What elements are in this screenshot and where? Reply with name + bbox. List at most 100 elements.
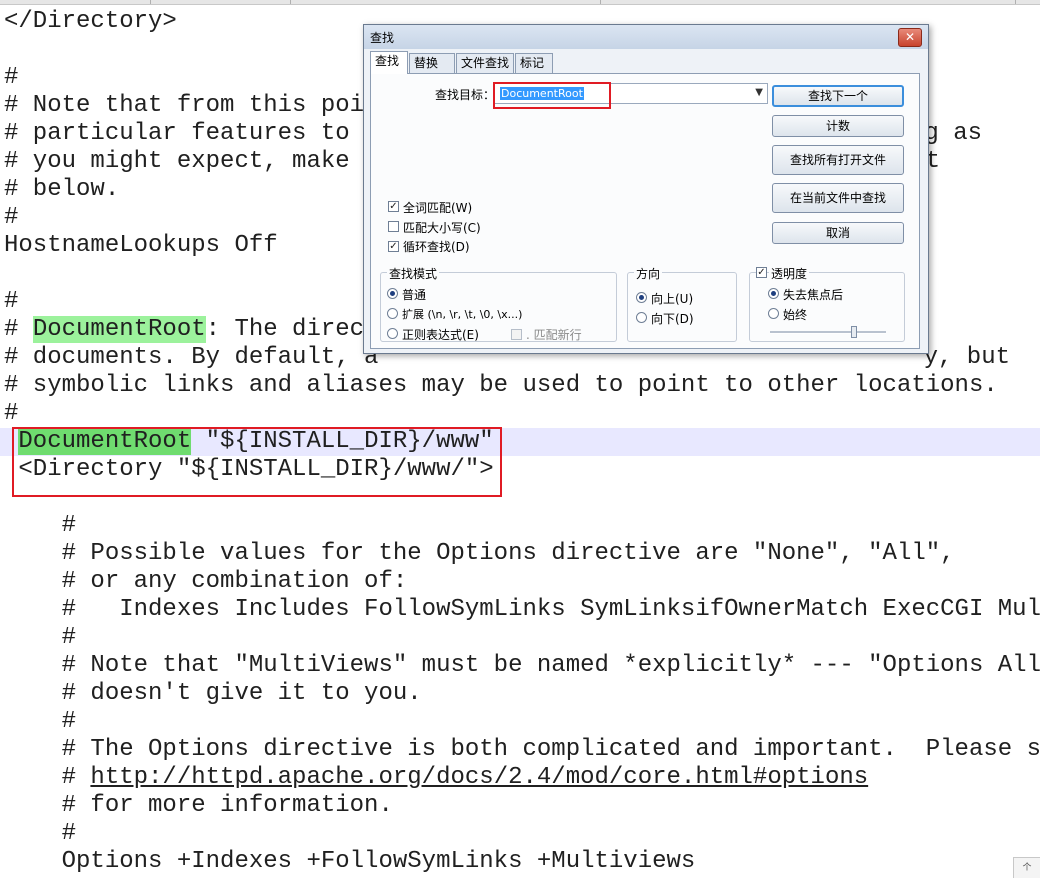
direction-down-label[interactable]: 向下(D)	[651, 310, 694, 327]
code-line[interactable]: # doesn't give it to you.	[4, 680, 422, 708]
code-line[interactable]: # or any combination of:	[4, 568, 408, 596]
direction-down-radio[interactable]	[636, 312, 647, 323]
code-text: #	[4, 820, 77, 847]
code-text: # doesn't give it to you.	[4, 680, 422, 707]
find-in-current-file-button[interactable]: 在当前文件中查找	[772, 183, 904, 213]
dialog-titlebar[interactable]: 查找 ✕	[364, 25, 928, 49]
code-text: #	[4, 64, 19, 91]
search-match: DocumentRoot	[32, 316, 206, 343]
whole-word-label[interactable]: 全词匹配(W)	[403, 199, 472, 216]
scroll-corner: 个	[1013, 857, 1040, 878]
code-text: Options +Indexes +FollowSymLinks +Multiv…	[4, 848, 696, 875]
code-line[interactable]: #	[4, 288, 18, 316]
regex-mode-radio[interactable]	[387, 328, 398, 339]
code-text: # or any combination of:	[4, 568, 408, 595]
find-panel: 查找目标： DocumentRoot ▼ 查找下一个 计数 查找所有打开文件 在…	[370, 73, 920, 349]
tab-separator	[150, 0, 151, 4]
direction-group: 方向 向上(U) 向下(D)	[627, 265, 737, 342]
dot-matches-newline-checkbox[interactable]	[511, 329, 522, 340]
code-line[interactable]: #	[4, 204, 18, 232]
tab-mark[interactable]: 标记	[515, 53, 553, 73]
code-text: # you might expect, make s	[4, 148, 379, 175]
tab-separator	[290, 0, 291, 4]
extended-mode-label[interactable]: 扩展 (\n, \r, \t, \0, \x...)	[402, 306, 522, 322]
code-text-tail: y, but	[923, 344, 1010, 371]
transparency-checkbox[interactable]: ✓	[756, 267, 767, 278]
code-text: </Directory>	[4, 8, 177, 35]
code-text: #	[4, 512, 77, 539]
on-lose-focus-label[interactable]: 失去焦点后	[783, 286, 843, 303]
direction-title: 方向	[634, 265, 663, 282]
code-line[interactable]: # for more information.	[4, 792, 393, 820]
code-line[interactable]: # Possible values for the Options direct…	[4, 540, 955, 568]
code-text: : The direct	[205, 316, 379, 343]
code-line[interactable]: </Directory>	[4, 8, 177, 36]
code-line[interactable]: Options +Indexes +FollowSymLinks +Multiv…	[4, 848, 696, 876]
cancel-button[interactable]: 取消	[772, 222, 904, 244]
code-line[interactable]: # http://httpd.apache.org/docs/2.4/mod/c…	[4, 764, 869, 792]
regex-mode-label[interactable]: 正则表达式(E)	[402, 326, 479, 343]
code-text: # for more information.	[4, 792, 393, 819]
code-text: # Note that "MultiViews" must be named *…	[4, 652, 1040, 679]
code-text: #	[4, 624, 77, 651]
direction-up-label[interactable]: 向上(U)	[651, 290, 693, 307]
url-link[interactable]: http://httpd.apache.org/docs/2.4/mod/cor…	[90, 764, 868, 791]
transparency-slider-thumb[interactable]	[851, 326, 857, 338]
code-line[interactable]: # The Options directive is both complica…	[4, 736, 1040, 764]
normal-mode-label[interactable]: 普通	[402, 286, 426, 303]
tab-find-in-files[interactable]: 文件查找	[456, 53, 514, 73]
wrap-around-label[interactable]: 循环查找(D)	[403, 238, 470, 255]
code-text: #	[4, 764, 91, 791]
radio-dot	[639, 295, 644, 300]
whole-word-checkbox[interactable]: ✓	[388, 201, 399, 212]
code-line[interactable]: #	[4, 400, 18, 428]
annotation-box-dialog	[493, 82, 611, 109]
direction-up-radio[interactable]	[636, 292, 647, 303]
search-mode-group: 查找模式 普通 扩展 (\n, \r, \t, \0, \x...) 正则表达式…	[380, 265, 617, 343]
code-text: # particular features to b	[4, 120, 379, 147]
code-text: # symbolic links and aliases may be used…	[4, 372, 998, 399]
tab-separator	[600, 0, 601, 4]
radio-dot	[771, 291, 776, 296]
tab-strip	[0, 0, 1040, 5]
code-text: #	[4, 204, 19, 231]
extended-mode-radio[interactable]	[387, 308, 398, 319]
code-line[interactable]: #	[4, 820, 76, 848]
code-text: # The Options directive is both complica…	[4, 736, 1040, 763]
code-line[interactable]: # symbolic links and aliases may be used…	[4, 372, 998, 400]
code-line[interactable]: #	[4, 512, 76, 540]
transparency-slider[interactable]	[770, 326, 886, 338]
normal-mode-radio[interactable]	[387, 288, 398, 299]
always-radio[interactable]	[768, 308, 779, 319]
tab-find[interactable]: 查找	[370, 51, 408, 74]
match-case-checkbox[interactable]	[388, 221, 399, 232]
code-line[interactable]: #	[4, 708, 76, 736]
chevron-down-icon[interactable]: ▼	[755, 87, 763, 98]
close-button[interactable]: ✕	[898, 28, 922, 47]
on-lose-focus-radio[interactable]	[768, 288, 779, 299]
code-text: #	[4, 316, 33, 343]
code-line[interactable]: #	[4, 64, 18, 92]
code-text: HostnameLookups Off	[4, 232, 278, 259]
wrap-around-checkbox[interactable]: ✓	[388, 241, 399, 252]
code-line[interactable]: # DocumentRoot: The direct	[4, 316, 378, 344]
code-line[interactable]: #	[4, 624, 76, 652]
find-all-open-files-button[interactable]: 查找所有打开文件	[772, 145, 904, 175]
code-line[interactable]: # below.	[4, 176, 119, 204]
transparency-title: 透明度	[769, 265, 810, 282]
code-line[interactable]: # Note that "MultiViews" must be named *…	[4, 652, 1040, 680]
code-line[interactable]: # Indexes Includes FollowSymLinks SymLin…	[4, 596, 1040, 624]
code-text: # Indexes Includes FollowSymLinks SymLin…	[4, 596, 1040, 623]
code-line[interactable]: # Note that from this poi	[4, 92, 364, 120]
match-case-label[interactable]: 匹配大小写(C)	[403, 219, 481, 236]
code-line[interactable]: HostnameLookups Off	[4, 232, 278, 260]
code-text: # documents. By default, a	[4, 344, 379, 371]
code-text-tail: g as	[924, 120, 982, 147]
dot-matches-newline-label[interactable]: . 匹配新行	[526, 326, 582, 343]
count-button[interactable]: 计数	[772, 115, 904, 137]
always-label[interactable]: 始终	[783, 306, 807, 323]
tab-replace[interactable]: 替换	[409, 53, 455, 73]
radio-dot	[390, 291, 395, 296]
find-next-button[interactable]: 查找下一个	[772, 85, 904, 107]
code-text: # Note that from this poi	[4, 92, 365, 119]
